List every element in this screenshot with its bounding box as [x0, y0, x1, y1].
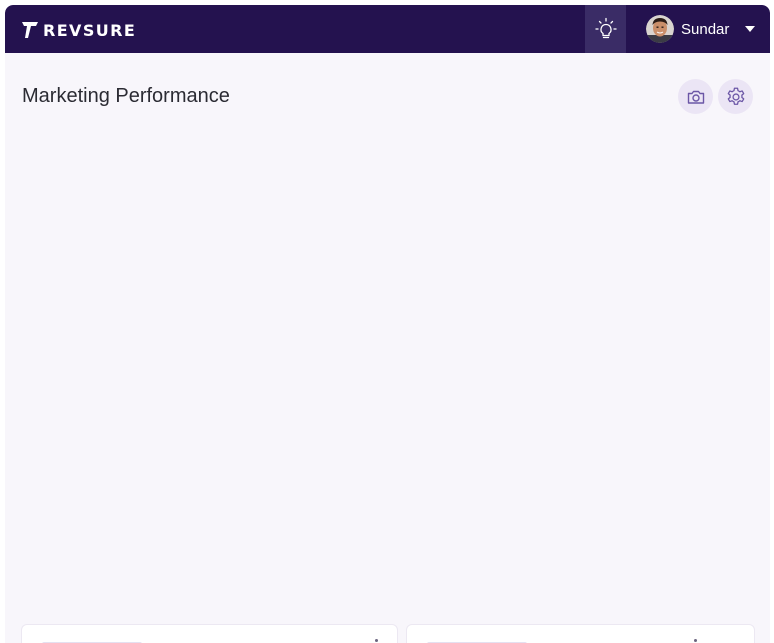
camera-icon — [687, 90, 704, 104]
dashboard-card — [21, 624, 398, 643]
user-avatar — [646, 15, 674, 43]
gear-icon — [727, 87, 744, 105]
page-title: Marketing Performance — [22, 85, 230, 107]
user-name: Sundar — [681, 20, 730, 38]
more-options-icon[interactable] — [694, 639, 697, 642]
logo-wordmark: REVSURE — [43, 21, 137, 40]
revsure-logo[interactable]: REVSURE — [21, 19, 136, 41]
screenshot-button[interactable] — [678, 79, 713, 114]
settings-button[interactable] — [718, 79, 753, 114]
caret-down-icon[interactable] — [745, 26, 756, 32]
dashboard-card — [406, 624, 755, 643]
lightbulb-icon — [594, 17, 617, 39]
top-nav-bar: REVSURE Sundar — [5, 5, 770, 53]
ideas-button[interactable] — [585, 5, 626, 53]
revsure-logo-icon — [22, 22, 38, 38]
user-menu[interactable]: Sundar — [646, 14, 756, 44]
more-options-icon[interactable] — [375, 639, 378, 642]
app-window: REVSURE Sundar Marketing Performance — [5, 5, 770, 643]
